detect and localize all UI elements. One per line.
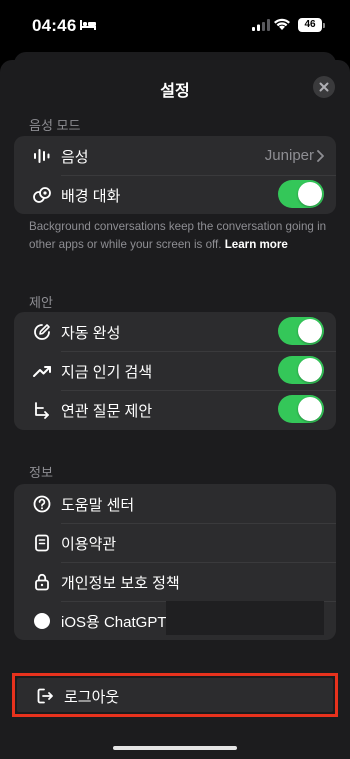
settings-sheet: 설정 음성 모드 음성 Juniper 배경 대화 Background con… xyxy=(0,60,350,759)
follow-up-label: 연관 질문 제안 xyxy=(61,403,153,420)
terms-row[interactable]: 이용약관 xyxy=(14,523,336,562)
logout-highlight: 로그아웃 xyxy=(12,673,338,717)
logout-label: 로그아웃 xyxy=(64,689,120,706)
terms-label: 이용약관 xyxy=(61,536,117,553)
section-label-suggestions: 제안 xyxy=(29,295,53,310)
question-circle-icon xyxy=(33,495,51,513)
close-button[interactable] xyxy=(313,76,335,98)
background-conversation-icon xyxy=(33,187,51,203)
voice-waveform-icon xyxy=(34,149,50,163)
follow-up-arrow-icon xyxy=(35,402,49,419)
help-center-row[interactable]: 도움말 센터 xyxy=(14,484,336,523)
background-conversation-row: 배경 대화 xyxy=(14,175,336,214)
battery-tip xyxy=(323,23,325,28)
redacted-block xyxy=(166,601,324,635)
cellular-signal-icon xyxy=(252,19,270,31)
trending-row: 지금 인기 검색 xyxy=(14,351,336,390)
pencil-circle-icon xyxy=(34,324,50,340)
privacy-policy-row[interactable]: 개인정보 보호 정책 xyxy=(14,562,336,601)
follow-up-toggle[interactable] xyxy=(278,395,324,423)
trending-toggle[interactable] xyxy=(278,356,324,384)
chevron-right-icon xyxy=(317,150,324,162)
app-version-row: iOS용 ChatGPT xyxy=(14,601,336,640)
learn-more-link[interactable]: Learn more xyxy=(225,238,288,251)
chatgpt-logo-icon xyxy=(34,613,50,629)
voice-value: Juniper xyxy=(264,147,314,164)
voice-label: 음성 xyxy=(61,149,89,166)
wifi-icon xyxy=(274,18,290,30)
help-center-label: 도움말 센터 xyxy=(61,497,135,514)
trending-up-icon xyxy=(33,366,51,377)
info-group: 도움말 센터 이용약관 개인정보 보호 정책 iOS용 ChatGPT xyxy=(14,484,336,640)
background-footnote: Background conversations keep the conver… xyxy=(29,218,329,254)
logout-icon xyxy=(37,688,53,704)
trending-label: 지금 인기 검색 xyxy=(61,364,153,381)
lock-icon xyxy=(35,573,49,591)
privacy-policy-label: 개인정보 보호 정책 xyxy=(61,575,180,592)
background-conversation-label: 배경 대화 xyxy=(61,188,121,205)
home-indicator xyxy=(113,746,237,750)
sleep-focus-icon xyxy=(80,20,96,30)
close-icon xyxy=(319,82,329,92)
autocomplete-toggle[interactable] xyxy=(278,317,324,345)
battery-indicator: 46 xyxy=(298,18,322,32)
autocomplete-label: 자동 완성 xyxy=(61,325,121,342)
follow-up-row: 연관 질문 제안 xyxy=(14,390,336,429)
logout-button[interactable]: 로그아웃 xyxy=(17,678,333,712)
voice-mode-group: 음성 Juniper 배경 대화 xyxy=(14,136,336,214)
autocomplete-row: 자동 완성 xyxy=(14,312,336,351)
voice-row[interactable]: 음성 Juniper xyxy=(14,136,336,175)
sheet-title: 설정 xyxy=(160,83,190,100)
app-version-label: iOS용 ChatGPT xyxy=(61,614,167,631)
status-bar: 04:46 46 xyxy=(0,0,350,52)
background-conversation-toggle[interactable] xyxy=(278,180,324,208)
section-label-info: 정보 xyxy=(29,465,53,480)
sheet-header: 설정 xyxy=(0,60,350,112)
status-time: 04:46 xyxy=(32,16,77,35)
suggestions-group: 자동 완성 지금 인기 검색 연관 질문 제안 xyxy=(14,312,336,430)
document-icon xyxy=(35,534,49,552)
section-label-voice-mode: 음성 모드 xyxy=(29,118,81,133)
